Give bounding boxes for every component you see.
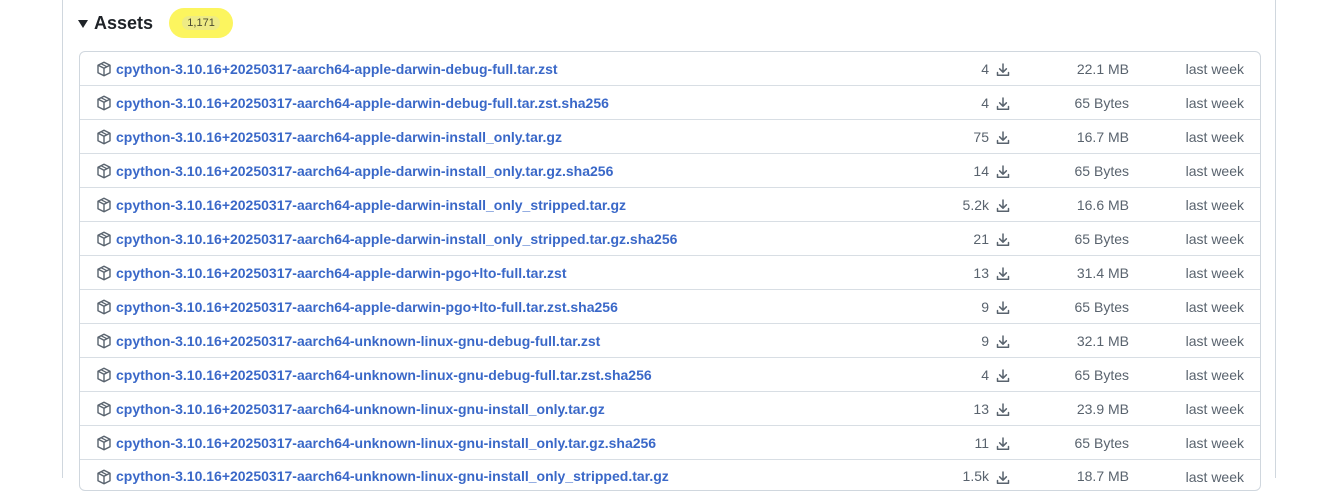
package-icon xyxy=(97,401,111,417)
download-icon xyxy=(996,335,1010,348)
asset-link[interactable]: cpython-3.10.16+20250317-aarch64-apple-d… xyxy=(116,129,562,145)
download-count: 5.2k xyxy=(962,197,989,213)
download-icon xyxy=(996,233,1010,246)
package-icon xyxy=(97,61,111,77)
asset-date: last week xyxy=(1185,333,1244,349)
asset-size: 65 Bytes xyxy=(1074,231,1129,247)
asset-date: last week xyxy=(1185,95,1244,111)
asset-list: cpython-3.10.16+20250317-aarch64-apple-d… xyxy=(79,51,1261,491)
asset-date: last week xyxy=(1185,163,1244,179)
package-icon xyxy=(97,333,111,349)
asset-date: last week xyxy=(1185,61,1244,77)
asset-row: cpython-3.10.16+20250317-aarch64-unknown… xyxy=(80,392,1260,426)
download-icon xyxy=(996,437,1010,450)
asset-row: cpython-3.10.16+20250317-aarch64-unknown… xyxy=(80,426,1260,460)
asset-date: last week xyxy=(1185,299,1244,315)
asset-link[interactable]: cpython-3.10.16+20250317-aarch64-unknown… xyxy=(116,468,669,484)
download-icon xyxy=(996,403,1010,416)
asset-date: last week xyxy=(1185,401,1244,417)
asset-row: cpython-3.10.16+20250317-aarch64-apple-d… xyxy=(80,188,1260,222)
asset-row: cpython-3.10.16+20250317-aarch64-apple-d… xyxy=(80,154,1260,188)
download-icon xyxy=(996,131,1010,144)
download-count: 11 xyxy=(974,435,989,451)
download-count: 4 xyxy=(981,61,989,77)
asset-size: 65 Bytes xyxy=(1074,163,1129,179)
asset-row: cpython-3.10.16+20250317-aarch64-apple-d… xyxy=(80,290,1260,324)
asset-link[interactable]: cpython-3.10.16+20250317-aarch64-apple-d… xyxy=(116,231,677,247)
asset-size: 65 Bytes xyxy=(1074,95,1129,111)
asset-size: 16.6 MB xyxy=(1076,197,1129,213)
asset-date: last week xyxy=(1185,265,1244,281)
asset-link[interactable]: cpython-3.10.16+20250317-aarch64-unknown… xyxy=(116,401,605,417)
asset-link[interactable]: cpython-3.10.16+20250317-aarch64-unknown… xyxy=(116,435,656,451)
download-count: 13 xyxy=(973,401,989,417)
download-icon xyxy=(996,165,1010,178)
asset-row: cpython-3.10.16+20250317-aarch64-unknown… xyxy=(80,324,1260,358)
asset-size: 65 Bytes xyxy=(1074,299,1129,315)
download-count: 9 xyxy=(981,333,989,349)
download-icon xyxy=(996,63,1010,76)
asset-size: 18.7 MB xyxy=(1076,468,1129,484)
download-icon xyxy=(996,301,1010,314)
asset-date: last week xyxy=(1185,231,1244,247)
triangle-down-icon[interactable] xyxy=(78,20,88,28)
assets-count-badge: 1,171 xyxy=(182,16,220,30)
asset-row: cpython-3.10.16+20250317-aarch64-apple-d… xyxy=(80,52,1260,86)
assets-title: Assets xyxy=(94,12,154,33)
asset-link[interactable]: cpython-3.10.16+20250317-aarch64-apple-d… xyxy=(116,95,609,111)
assets-toggle[interactable]: Assets 1,171 xyxy=(78,8,234,38)
asset-link[interactable]: cpython-3.10.16+20250317-aarch64-apple-d… xyxy=(116,299,618,315)
asset-date: last week xyxy=(1185,435,1244,451)
asset-size: 65 Bytes xyxy=(1074,367,1129,383)
asset-date: last week xyxy=(1185,469,1244,485)
download-icon xyxy=(996,97,1010,110)
download-icon xyxy=(996,369,1010,382)
download-count: 21 xyxy=(973,231,989,247)
download-count: 13 xyxy=(973,265,989,281)
download-count: 4 xyxy=(981,95,989,111)
asset-size: 22.1 MB xyxy=(1076,61,1129,77)
asset-row: cpython-3.10.16+20250317-aarch64-unknown… xyxy=(80,358,1260,392)
asset-link[interactable]: cpython-3.10.16+20250317-aarch64-apple-d… xyxy=(116,265,566,281)
assets-count-highlight: 1,171 xyxy=(169,8,234,38)
asset-row: cpython-3.10.16+20250317-aarch64-apple-d… xyxy=(80,256,1260,290)
asset-size: 31.4 MB xyxy=(1076,265,1129,281)
asset-size: 32.1 MB xyxy=(1076,333,1129,349)
package-icon xyxy=(97,197,111,213)
asset-link[interactable]: cpython-3.10.16+20250317-aarch64-apple-d… xyxy=(116,61,558,77)
download-count: 4 xyxy=(981,367,989,383)
download-count: 75 xyxy=(973,129,989,145)
asset-size: 23.9 MB xyxy=(1076,401,1129,417)
asset-date: last week xyxy=(1185,197,1244,213)
asset-link[interactable]: cpython-3.10.16+20250317-aarch64-apple-d… xyxy=(116,197,626,213)
asset-row: cpython-3.10.16+20250317-aarch64-unknown… xyxy=(80,460,1260,490)
download-icon xyxy=(996,199,1010,212)
package-icon xyxy=(97,299,111,315)
download-count: 14 xyxy=(973,163,989,179)
download-count: 9 xyxy=(981,299,989,315)
asset-link[interactable]: cpython-3.10.16+20250317-aarch64-apple-d… xyxy=(116,163,613,179)
asset-date: last week xyxy=(1185,129,1244,145)
package-icon xyxy=(97,469,111,485)
asset-size: 65 Bytes xyxy=(1074,435,1129,451)
asset-date: last week xyxy=(1185,367,1244,383)
package-icon xyxy=(97,231,111,247)
asset-row: cpython-3.10.16+20250317-aarch64-apple-d… xyxy=(80,222,1260,256)
asset-row: cpython-3.10.16+20250317-aarch64-apple-d… xyxy=(80,86,1260,120)
asset-link[interactable]: cpython-3.10.16+20250317-aarch64-unknown… xyxy=(116,367,652,383)
package-icon xyxy=(97,435,111,451)
download-icon xyxy=(996,471,1010,484)
asset-size: 16.7 MB xyxy=(1076,129,1129,145)
asset-link[interactable]: cpython-3.10.16+20250317-aarch64-unknown… xyxy=(116,333,600,349)
package-icon xyxy=(97,95,111,111)
package-icon xyxy=(97,163,111,179)
asset-row: cpython-3.10.16+20250317-aarch64-apple-d… xyxy=(80,120,1260,154)
package-icon xyxy=(97,367,111,383)
package-icon xyxy=(97,265,111,281)
package-icon xyxy=(97,129,111,145)
download-icon xyxy=(996,267,1010,280)
download-count: 1.5k xyxy=(962,468,989,484)
